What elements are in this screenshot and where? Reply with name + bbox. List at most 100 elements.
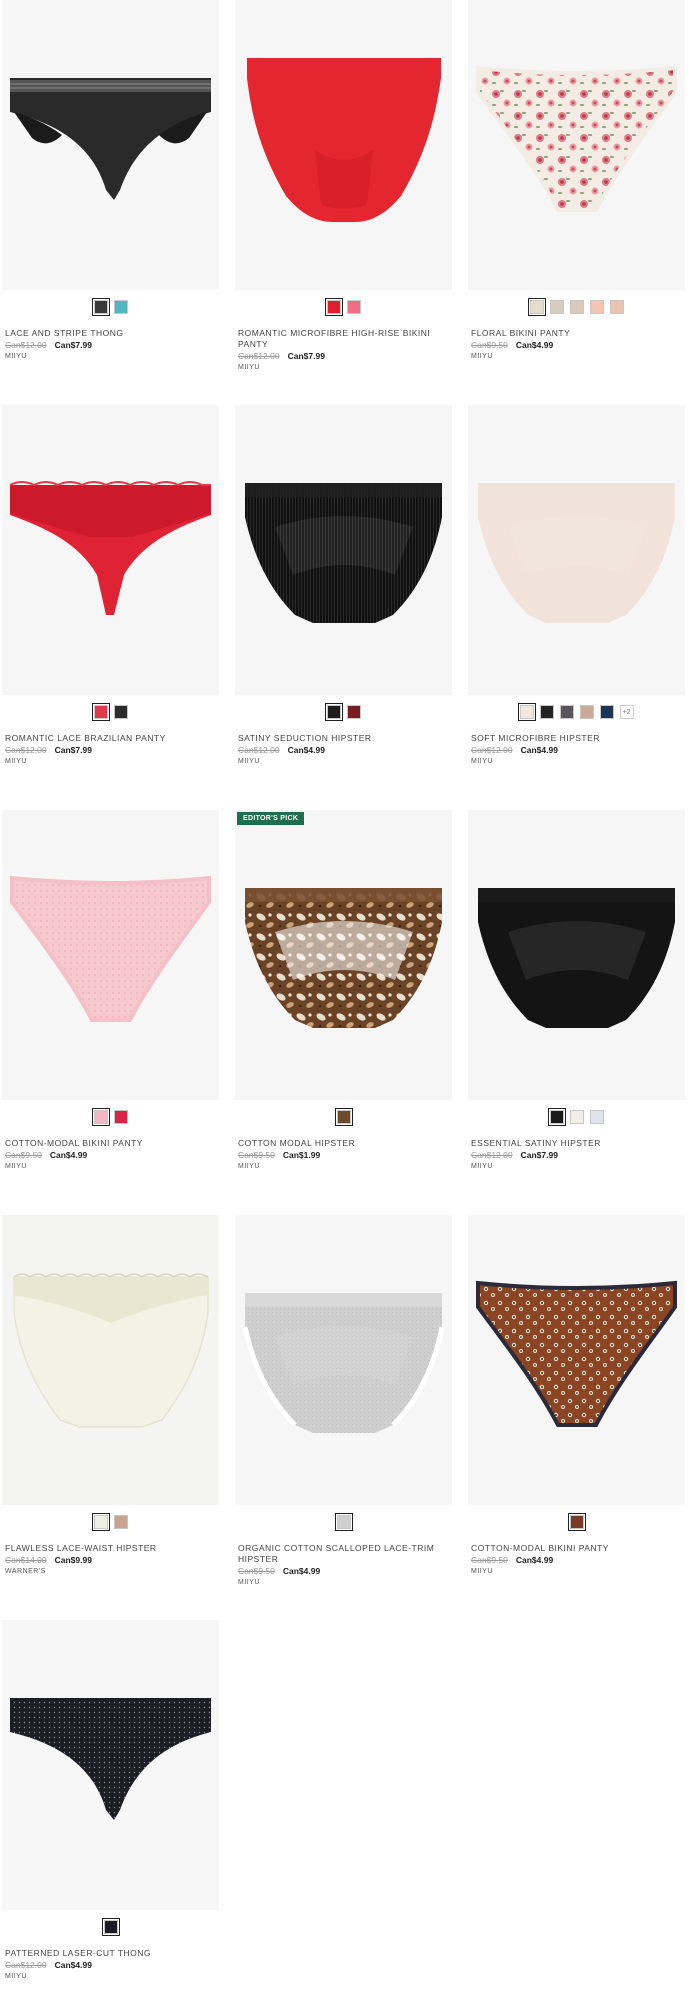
product-card[interactable]: COTTON-MODAL BIKINI PANTY Can$9.50 Can$4.… (468, 1215, 685, 1577)
color-swatch[interactable] (113, 300, 128, 314)
product-image[interactable] (2, 1215, 219, 1505)
color-swatch[interactable] (334, 1108, 353, 1126)
brand-name: MIIYU (238, 364, 260, 371)
color-swatch[interactable] (567, 1513, 586, 1531)
color-swatches (235, 701, 452, 723)
price-row: Can$9.50 Can$4.99 (471, 340, 685, 351)
price-row: Can$12.00 Can$7.99 (471, 1150, 685, 1161)
price-row: Can$9.50 Can$4.99 (471, 1555, 685, 1566)
original-price: Can$12.00 (5, 1960, 47, 1970)
product-image[interactable] (2, 810, 219, 1100)
product-card[interactable]: PATTERNED LASER-CUT THONG Can$12.00 Can$4… (2, 1620, 219, 1982)
color-swatch[interactable] (113, 1110, 128, 1124)
brand-name: MIIYU (238, 758, 260, 765)
color-swatch[interactable] (599, 705, 614, 719)
color-swatches (235, 1511, 452, 1533)
original-price: Can$9.50 (471, 1555, 508, 1565)
color-swatch[interactable] (569, 1110, 584, 1124)
editors-pick-badge: EDITOR'S PICK (237, 812, 305, 825)
product-card[interactable]: LACE AND STRIPE THONG Can$12.00 Can$7.99 … (2, 0, 219, 362)
price-row: Can$9.50 Can$4.99 (238, 1566, 452, 1577)
brand-name: MIIYU (5, 353, 27, 360)
product-name-link[interactable]: PATTERNED LASER-CUT THONG (5, 1948, 219, 1959)
product-name-link[interactable]: COTTON-MODAL BIKINI PANTY (471, 1543, 685, 1554)
product-name-link[interactable]: COTTON MODAL HIPSTER (238, 1138, 452, 1149)
product-image[interactable] (235, 0, 452, 290)
product-info: ROMANTIC LACE BRAZILIAN PANTY Can$12.00 C… (2, 733, 219, 767)
product-image[interactable] (235, 405, 452, 695)
product-info: ESSENTIAL SATINY HIPSTER Can$12.00 Can$7.… (468, 1138, 685, 1172)
color-swatch[interactable] (549, 300, 564, 314)
color-swatch[interactable] (527, 298, 546, 316)
color-swatch[interactable] (579, 705, 594, 719)
color-swatch[interactable] (113, 1515, 128, 1529)
color-swatches (2, 701, 219, 723)
product-name-link[interactable]: ROMANTIC MICROFIBRE HIGH-RISE BIKINI PAN… (238, 328, 452, 350)
product-card[interactable]: EDITOR'S PICK COTTON MODAL HIPSTER Can$9… (235, 810, 452, 1172)
product-image[interactable]: EDITOR'S PICK (235, 810, 452, 1100)
color-swatch[interactable] (324, 298, 343, 316)
product-name-link[interactable]: FLORAL BIKINI PANTY (471, 328, 685, 339)
sale-price: Can$4.99 (515, 1555, 554, 1565)
product-card[interactable]: COTTON-MODAL BIKINI PANTY Can$9.50 Can$4.… (2, 810, 219, 1172)
product-name-link[interactable]: ESSENTIAL SATINY HIPSTER (471, 1138, 685, 1149)
sale-price: Can$4.99 (282, 1566, 321, 1576)
color-swatches (2, 296, 219, 318)
product-name-link[interactable]: ORGANIC COTTON SCALLOPED LACE-TRIM HIPST… (238, 1543, 452, 1565)
price-row: Can$9.50 Can$4.99 (5, 1150, 219, 1161)
color-swatches (235, 296, 452, 318)
product-card[interactable]: SATINY SEDUCTION HIPSTER Can$12.00 Can$4.… (235, 405, 452, 767)
sale-price: Can$4.99 (520, 745, 558, 755)
product-card[interactable]: FLORAL BIKINI PANTY Can$9.50 Can$4.99 MII… (468, 0, 685, 362)
product-info: COTTON-MODAL BIKINI PANTY Can$9.50 Can$4.… (2, 1138, 219, 1172)
product-name-link[interactable]: SOFT MICROFIBRE HIPSTER (471, 733, 685, 744)
color-swatch[interactable] (101, 1918, 120, 1936)
product-name-link[interactable]: COTTON-MODAL BIKINI PANTY (5, 1138, 219, 1149)
color-swatch[interactable] (539, 705, 554, 719)
color-swatch[interactable] (91, 1513, 110, 1531)
product-name-link[interactable]: LACE AND STRIPE THONG (5, 328, 219, 339)
color-swatches (2, 1916, 219, 1938)
product-card[interactable]: FLAWLESS LACE-WAIST HIPSTER Can$14.00 Can… (2, 1215, 219, 1577)
product-image[interactable] (235, 1215, 452, 1505)
more-colors-indicator[interactable]: +2 (619, 705, 634, 719)
sale-price: Can$7.99 (287, 351, 325, 361)
color-swatch[interactable] (113, 705, 128, 719)
color-swatch[interactable] (569, 300, 584, 314)
original-price: Can$12.00 (5, 340, 47, 350)
color-swatch[interactable] (91, 703, 110, 721)
color-swatch[interactable] (589, 300, 604, 314)
product-name-link[interactable]: ROMANTIC LACE BRAZILIAN PANTY (5, 733, 219, 744)
product-image[interactable] (468, 810, 685, 1100)
product-image[interactable] (2, 405, 219, 695)
price-row: Can$12.00 Can$4.99 (471, 745, 685, 756)
product-image[interactable] (468, 405, 685, 695)
product-card[interactable]: +2 SOFT MICROFIBRE HIPSTER Can$12.00 Can$… (468, 405, 685, 767)
product-info: ORGANIC COTTON SCALLOPED LACE-TRIM HIPST… (235, 1543, 452, 1588)
product-card[interactable]: ESSENTIAL SATINY HIPSTER Can$12.00 Can$7.… (468, 810, 685, 1172)
color-swatch[interactable] (609, 300, 624, 314)
color-swatch[interactable] (334, 1513, 353, 1531)
product-card[interactable]: ORGANIC COTTON SCALLOPED LACE-TRIM HIPST… (235, 1215, 452, 1588)
color-swatch[interactable] (517, 703, 536, 721)
color-swatch[interactable] (559, 705, 574, 719)
sale-price: Can$4.99 (49, 1150, 88, 1160)
price-row: Can$12.00 Can$4.99 (238, 745, 452, 756)
sale-price: Can$7.99 (520, 1150, 558, 1160)
color-swatch[interactable] (346, 705, 361, 719)
product-card[interactable]: ROMANTIC MICROFIBRE HIGH-RISE BIKINI PAN… (235, 0, 452, 373)
product-card[interactable]: ROMANTIC LACE BRAZILIAN PANTY Can$12.00 C… (2, 405, 219, 767)
product-image[interactable] (2, 1620, 219, 1910)
product-name-link[interactable]: FLAWLESS LACE-WAIST HIPSTER (5, 1543, 219, 1554)
color-swatch[interactable] (589, 1110, 604, 1124)
color-swatch[interactable] (346, 300, 361, 314)
product-image[interactable] (2, 0, 219, 290)
color-swatch[interactable] (91, 298, 110, 316)
sale-price: Can$4.99 (287, 745, 325, 755)
color-swatch[interactable] (91, 1108, 110, 1126)
color-swatch[interactable] (324, 703, 343, 721)
product-name-link[interactable]: SATINY SEDUCTION HIPSTER (238, 733, 452, 744)
product-image[interactable] (468, 1215, 685, 1505)
color-swatch[interactable] (547, 1108, 566, 1126)
product-image[interactable] (468, 0, 685, 290)
